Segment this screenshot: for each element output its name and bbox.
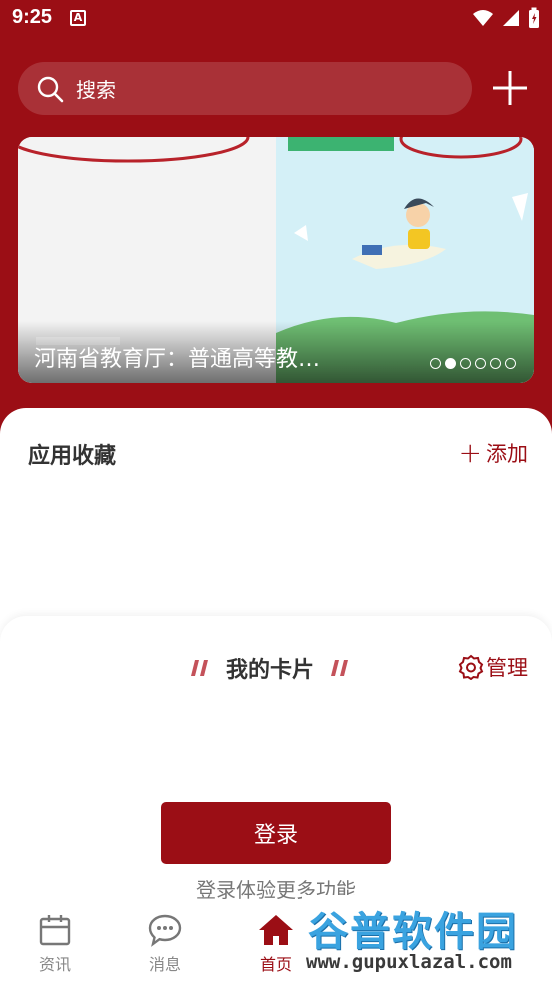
search-icon — [37, 76, 64, 102]
manage-label: 管理 — [486, 656, 528, 680]
watermark-title: 谷普软件园 — [308, 909, 518, 955]
watermark: 谷普软件园 www.gupuxlazal.com — [302, 895, 550, 977]
pagination-dot[interactable] — [505, 358, 516, 369]
status-time: 9:25 — [12, 6, 53, 28]
nav-item-home[interactable]: 首页 — [246, 913, 306, 975]
wifi-icon — [473, 10, 493, 26]
slash-decoration-icon — [191, 660, 208, 676]
app-favorites-title: 应用收藏 — [28, 444, 117, 469]
pagination-dot-active[interactable] — [445, 358, 456, 369]
nav-item-news[interactable]: 资讯 — [25, 913, 85, 975]
plus-icon: + — [458, 436, 482, 469]
my-cards-header: 我的卡片 — [190, 652, 350, 684]
slash-decoration-icon — [331, 660, 349, 676]
battery-icon — [529, 7, 539, 28]
add-button[interactable] — [490, 68, 530, 108]
pagination-dot[interactable] — [430, 358, 441, 369]
nav-item-messages[interactable]: 消息 — [135, 913, 195, 975]
home-icon — [259, 915, 293, 945]
manage-cards-button[interactable]: 管理 — [458, 652, 528, 682]
calendar-icon — [39, 915, 71, 946]
signal-icon — [503, 10, 519, 26]
my-cards-title: 我的卡片 — [226, 658, 315, 683]
my-cards-panel: 我的卡片 管理 登录 登录体验更多功能 — [0, 616, 552, 916]
status-icons — [472, 7, 540, 29]
watermark-url: www.gupuxlazal.com — [306, 951, 512, 973]
app-favorites-panel: 应用收藏 + 添加 — [0, 408, 552, 638]
banner-pagination — [430, 358, 516, 369]
nav-label-news: 资讯 — [38, 955, 71, 974]
nav-label-home: 首页 — [259, 955, 292, 974]
banner-title: 河南省教育厅：普通高等教… — [34, 347, 321, 372]
news-banner[interactable]: 河南省教育厅：普通高等教… — [18, 137, 534, 383]
add-app-button[interactable]: + 添加 — [459, 438, 528, 468]
status-bar: 9:25 A — [0, 0, 552, 38]
login-button[interactable]: 登录 — [161, 802, 391, 864]
chat-bubble-icon — [148, 914, 182, 947]
nav-label-messages: 消息 — [148, 955, 181, 974]
gear-icon — [458, 654, 484, 680]
notification-icon: A — [70, 10, 86, 26]
pagination-dot[interactable] — [460, 358, 471, 369]
pagination-dot[interactable] — [490, 358, 501, 369]
pagination-dot[interactable] — [475, 358, 486, 369]
search-placeholder: 搜索 — [76, 78, 116, 102]
banner-caption: 河南省教育厅：普通高等教… — [18, 321, 534, 383]
add-app-label: 添加 — [486, 442, 528, 466]
search-bar[interactable]: 搜索 — [18, 62, 472, 115]
